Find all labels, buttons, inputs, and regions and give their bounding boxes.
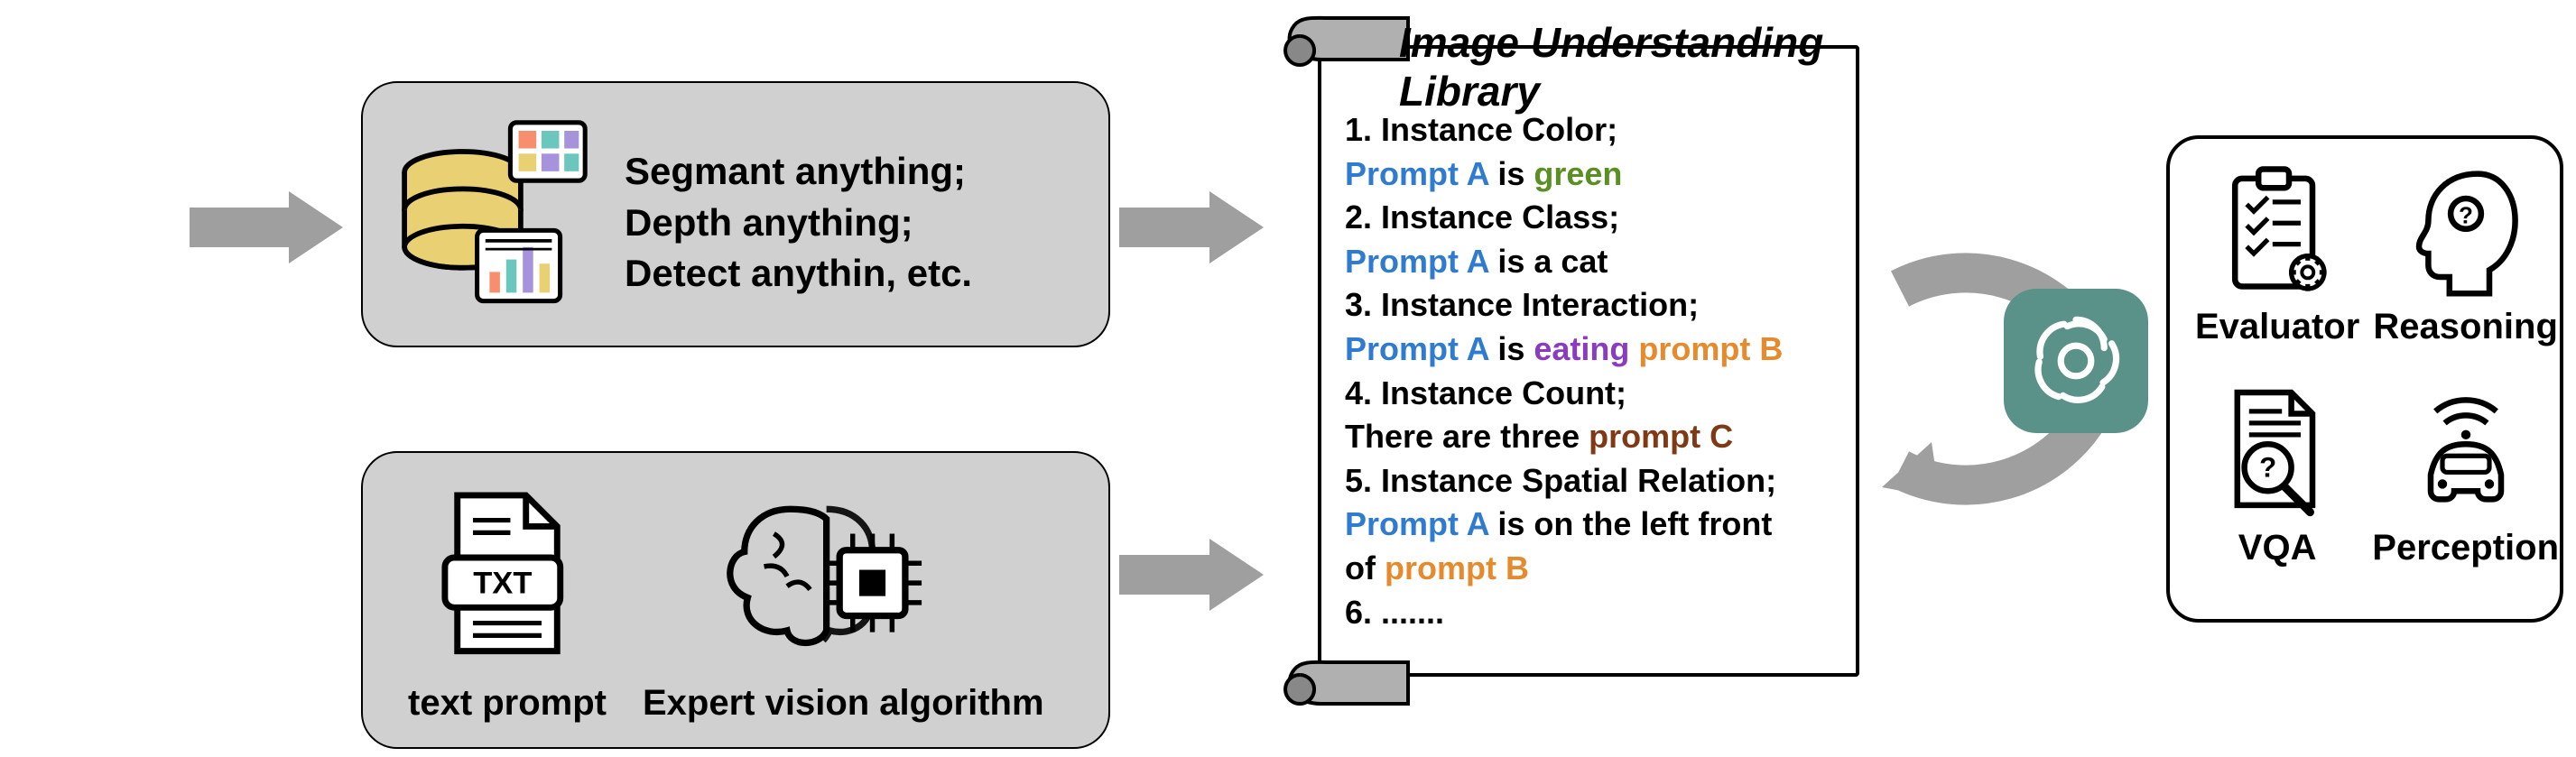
svg-text:?: ? bbox=[2459, 201, 2473, 228]
item-3-line: Prompt A is eating prompt B bbox=[1345, 328, 1841, 372]
item-5-b: prompt B bbox=[1385, 549, 1529, 586]
item-5-line2: of prompt B bbox=[1345, 547, 1841, 591]
library-title: Image Understanding Library bbox=[1399, 18, 1877, 115]
item-4-head: 4. Instance Count; bbox=[1345, 372, 1841, 416]
tools-list: Segmant anything; Depth anything; Detect… bbox=[625, 146, 972, 300]
item-4-pre: There are three bbox=[1345, 418, 1589, 455]
item-5-mid: is on the left front bbox=[1488, 505, 1772, 542]
item-6: 6. ....... bbox=[1345, 591, 1841, 635]
openai-icon bbox=[2004, 289, 2148, 433]
item-3-a: Prompt A bbox=[1345, 330, 1488, 367]
svg-text:?: ? bbox=[2259, 452, 2276, 484]
item-3-mid: is bbox=[1488, 330, 1534, 367]
item-1-a: Prompt A bbox=[1345, 155, 1488, 192]
item-3-space bbox=[1629, 330, 1638, 367]
text-prompt-label: text prompt bbox=[408, 683, 607, 724]
task-reasoning: ? Reasoning bbox=[2372, 164, 2559, 373]
svg-text:TXT: TXT bbox=[473, 567, 532, 601]
arrow-to-tools-head bbox=[289, 191, 343, 263]
arrow-tools-to-library-head bbox=[1209, 191, 1264, 263]
item-1-head: 1. Instance Color; bbox=[1345, 108, 1841, 152]
arrow-inputs-to-library bbox=[1119, 555, 1209, 595]
tools-box: Segmant anything; Depth anything; Detect… bbox=[361, 81, 1110, 347]
item-2-line: Prompt A is a cat bbox=[1345, 240, 1841, 284]
item-2-a: Prompt A bbox=[1345, 243, 1488, 280]
expert-label: Expert vision algorithm bbox=[643, 683, 1044, 724]
tool-line-2: Depth anything; bbox=[625, 198, 972, 249]
item-2-rest: is a cat bbox=[1488, 243, 1608, 280]
item-3-verb: eating bbox=[1534, 330, 1629, 367]
car-radar-icon bbox=[2407, 385, 2525, 521]
inputs-box: TXT text prompt E bbox=[361, 451, 1110, 749]
item-5-a: Prompt A bbox=[1345, 505, 1488, 542]
thinking-head-icon: ? bbox=[2407, 164, 2525, 300]
task-evaluator: Evaluator bbox=[2195, 164, 2359, 373]
item-1-mid: is bbox=[1488, 155, 1534, 192]
library-list: 1. Instance Color; Prompt A is green 2. … bbox=[1345, 108, 1841, 634]
tasks-panel: Evaluator ? Reasoning ? VQA bbox=[2166, 135, 2563, 623]
vqa-label: VQA bbox=[2238, 528, 2317, 568]
item-5-line1: Prompt A is on the left front bbox=[1345, 503, 1841, 547]
checklist-gear-icon bbox=[2219, 164, 2336, 300]
task-perception: Perception bbox=[2372, 385, 2559, 594]
item-5-of: of bbox=[1345, 549, 1385, 586]
task-vqa: ? VQA bbox=[2195, 385, 2359, 594]
database-chart-icon bbox=[390, 110, 598, 318]
scroll-curl-bottom-icon bbox=[1264, 623, 1417, 713]
item-4-c: prompt C bbox=[1589, 418, 1733, 455]
evaluator-label: Evaluator bbox=[2195, 307, 2359, 347]
arrow-inputs-to-library-head bbox=[1209, 539, 1264, 611]
brain-chip-icon bbox=[724, 485, 922, 665]
item-3-b: prompt B bbox=[1638, 330, 1783, 367]
document-magnifier-icon: ? bbox=[2219, 385, 2336, 521]
arrow-to-tools bbox=[190, 208, 289, 247]
perception-label: Perception bbox=[2372, 528, 2559, 568]
arrow-tools-to-library bbox=[1119, 208, 1209, 247]
tool-line-3: Detect anythin, etc. bbox=[625, 248, 972, 300]
item-3-head: 3. Instance Interaction; bbox=[1345, 283, 1841, 328]
txt-file-icon: TXT bbox=[426, 489, 588, 660]
item-5-head: 5. Instance Spatial Relation; bbox=[1345, 459, 1841, 503]
item-1-line: Prompt A is green bbox=[1345, 152, 1841, 197]
tool-line-1: Segmant anything; bbox=[625, 146, 972, 198]
item-2-head: 2. Instance Class; bbox=[1345, 196, 1841, 240]
library-panel: Image Understanding Library 1. Instance … bbox=[1264, 9, 1877, 713]
item-1-val: green bbox=[1534, 155, 1622, 192]
reasoning-label: Reasoning bbox=[2373, 307, 2557, 347]
scroll-curl-top-icon bbox=[1264, 9, 1417, 99]
item-4-line: There are three prompt C bbox=[1345, 415, 1841, 459]
